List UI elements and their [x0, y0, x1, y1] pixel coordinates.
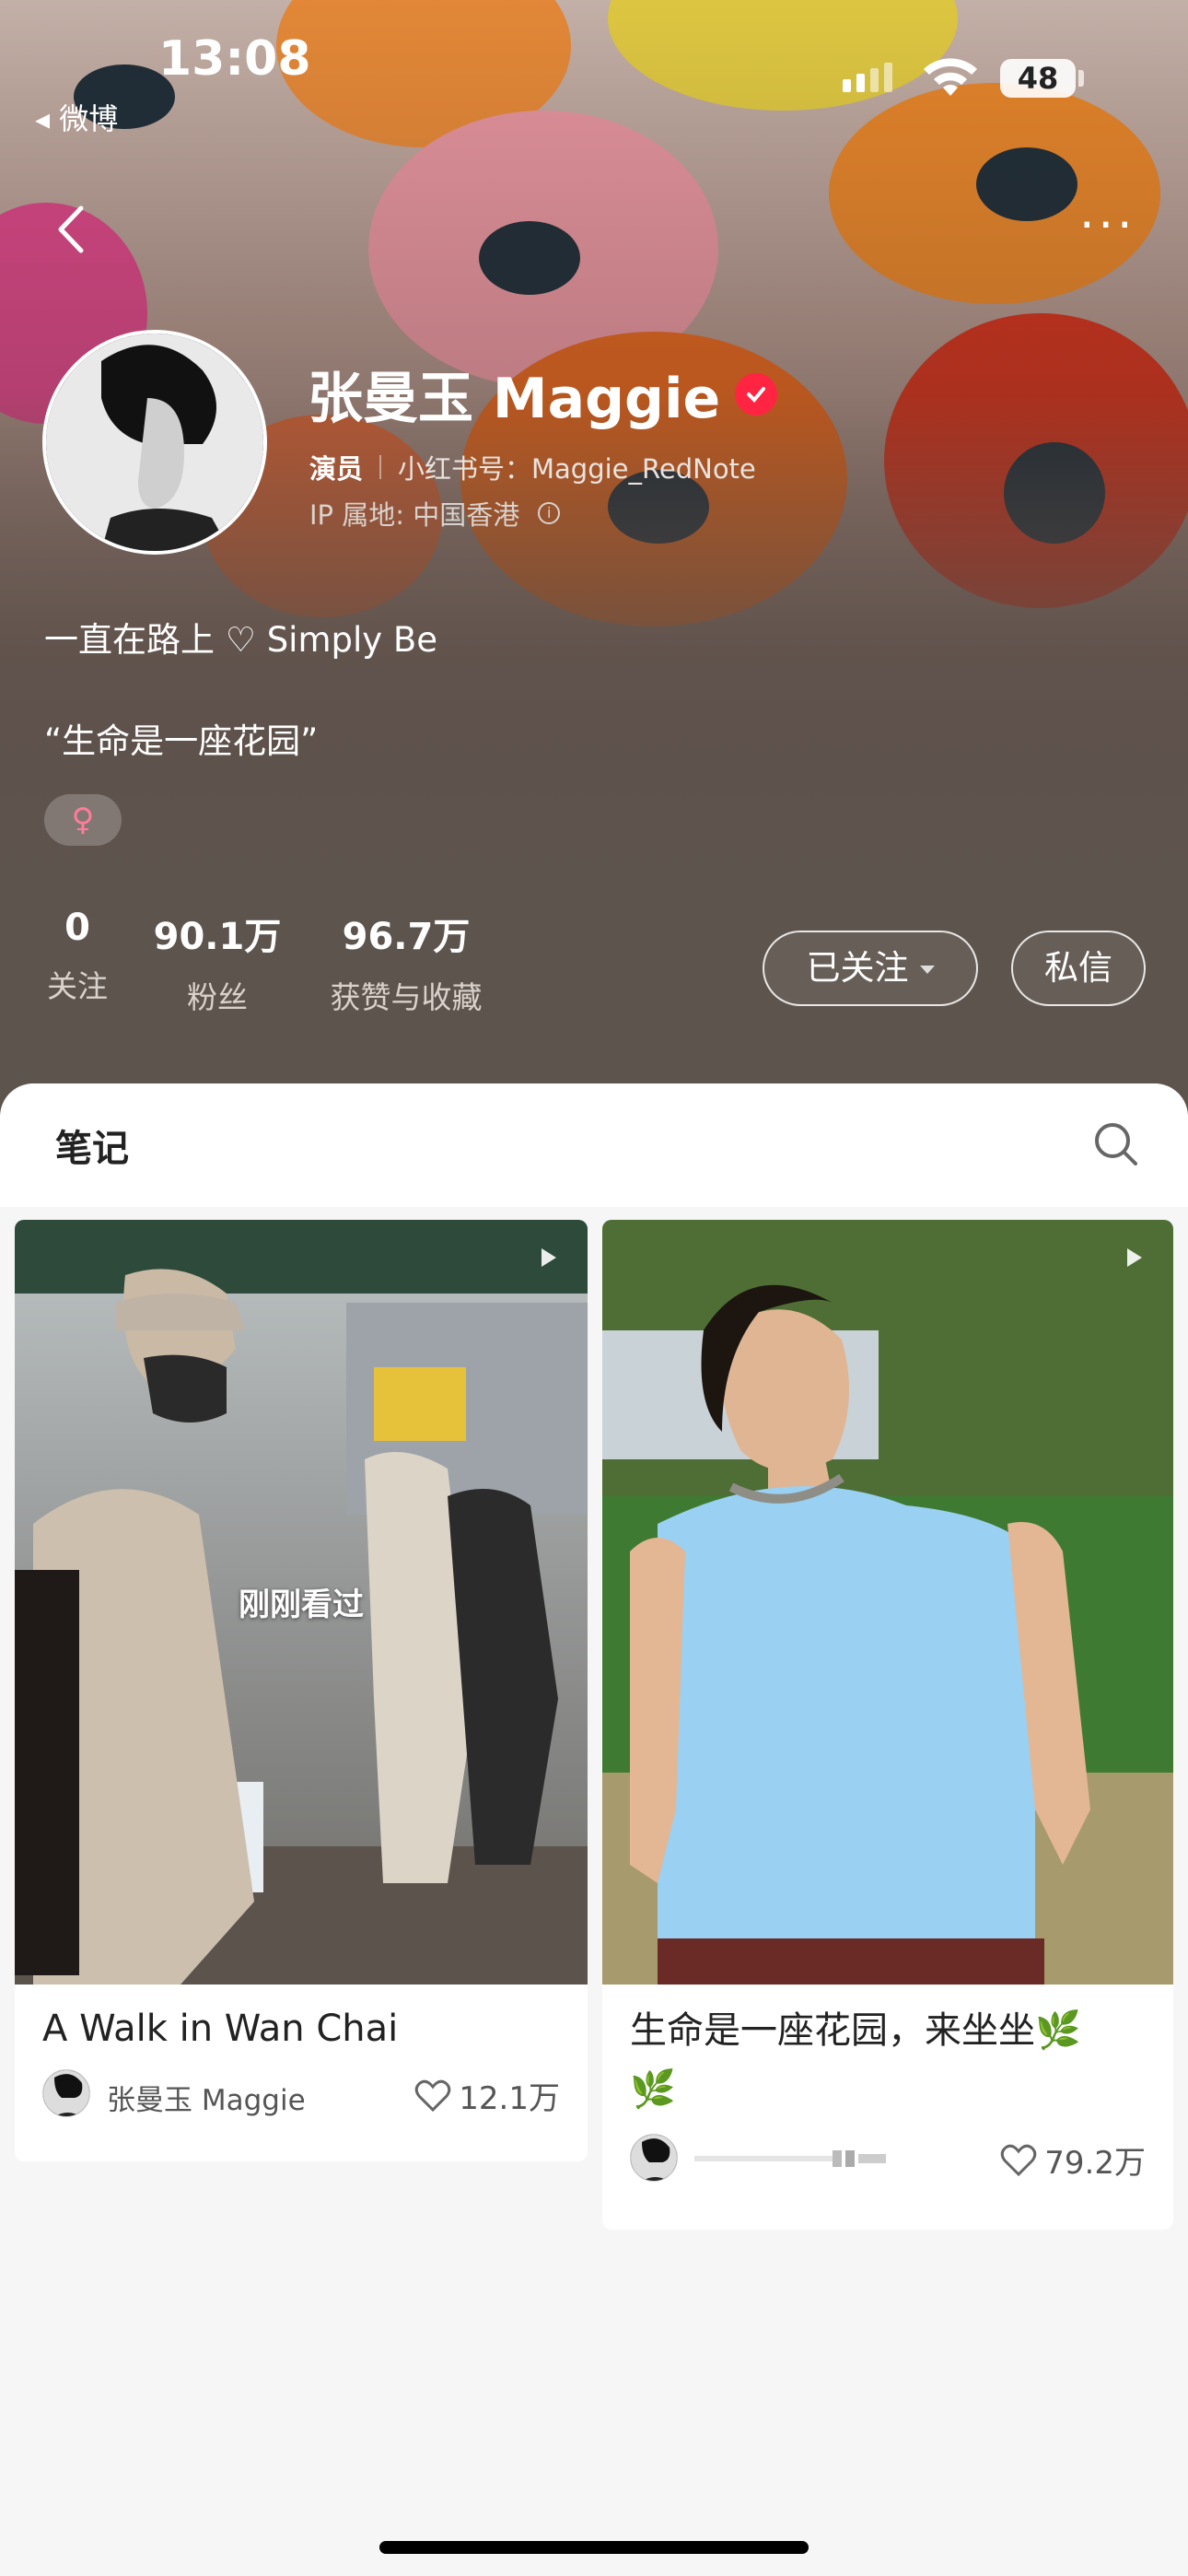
stat-likes-collects[interactable]: 96.7万 获赞与收藏: [322, 907, 490, 1017]
cellular-signal-icon: [843, 63, 892, 92]
profile-avatar[interactable]: [42, 330, 267, 555]
author-name-redacted: [694, 2150, 886, 2167]
note-title: A Walk in Wan Chai: [42, 2008, 399, 2050]
profile-bio: 一直在路上 ♡ Simply Be: [44, 620, 438, 660]
divider: [379, 455, 382, 479]
video-play-icon: [542, 1248, 556, 1267]
following-button[interactable]: 已关注: [763, 931, 978, 1006]
battery-tip: [1078, 70, 1084, 87]
note-footer: 张曼玉 Maggie 12.1万: [15, 2066, 588, 2121]
like-count[interactable]: 79.2万: [1000, 2137, 1146, 2183]
like-count-value: 12.1万: [459, 2080, 560, 2117]
search-icon[interactable]: [1090, 1118, 1140, 1168]
ip-location-line: IP 属地: 中国香港 i: [309, 494, 561, 533]
author-avatar[interactable]: [630, 2134, 678, 2182]
info-icon[interactable]: i: [538, 502, 561, 524]
note-author[interactable]: 张曼玉 Maggie: [107, 2077, 306, 2118]
stat-label: 获赞与收藏: [330, 979, 483, 1015]
note-footer: 79.2万: [602, 2130, 1173, 2185]
battery-indicator: 48: [1000, 59, 1076, 98]
chevron-down-icon: [919, 966, 935, 974]
gender-female-icon: ♀: [44, 794, 122, 846]
notes-tab-bar: 笔记: [0, 1083, 1188, 1207]
following-label: 已关注: [806, 948, 909, 988]
profile-redbook-id[interactable]: 小红书号：Maggie_RedNote: [398, 448, 756, 486]
profile-quote: “生命是一座花园”: [44, 721, 319, 761]
video-play-icon: [1127, 1248, 1142, 1267]
note-thumbnail[interactable]: 刚刚看过: [15, 1220, 588, 1985]
status-time: 13:08: [158, 31, 311, 87]
ip-location: IP 属地: 中国香港: [309, 499, 520, 531]
stat-label: 关注: [47, 968, 108, 1004]
back-to-app-link[interactable]: ◂ 微博: [35, 96, 118, 138]
more-options-icon[interactable]: ···: [1079, 202, 1136, 250]
note-card[interactable]: 生命是一座花园，来坐坐🌿🌿 79.2万: [602, 1220, 1173, 2230]
like-count[interactable]: 12.1万: [414, 2073, 560, 2118]
profile-name-text: 张曼玉 Maggie: [308, 367, 721, 431]
home-indicator[interactable]: [379, 2541, 809, 2554]
tab-notes[interactable]: 笔记: [55, 1118, 129, 1172]
note-card[interactable]: 刚刚看过 A Walk in Wan Chai 张曼玉 Maggie 12.1万: [15, 1220, 588, 2161]
like-count-value: 79.2万: [1044, 2145, 1146, 2182]
stat-value: 90.1万: [153, 916, 282, 958]
profile-name: 张曼玉 Maggie: [308, 354, 778, 434]
message-button[interactable]: 私信: [1011, 931, 1146, 1006]
stat-label: 粉丝: [187, 979, 248, 1015]
wifi-icon: [924, 58, 977, 96]
stat-followers[interactable]: 90.1万 粉丝: [153, 907, 282, 1017]
back-arrow-icon[interactable]: [44, 197, 99, 262]
heart-icon: [415, 2079, 451, 2112]
verified-badge-icon: [735, 372, 778, 416]
heart-icon: [1001, 2144, 1037, 2176]
status-bar: 13:08 ◂ 微博 48: [0, 0, 1188, 147]
note-thumbnail[interactable]: [602, 1220, 1173, 1985]
profile-role: 演员: [309, 453, 364, 485]
stat-value: 96.7万: [342, 916, 471, 958]
stat-value: 0: [64, 907, 90, 949]
profile-meta-line: 演员 小红书号：Maggie_RedNote: [309, 448, 756, 486]
recently-viewed-label: 刚刚看过: [239, 1587, 364, 1623]
stat-following[interactable]: 0 关注: [42, 907, 112, 1006]
author-avatar[interactable]: [42, 2069, 90, 2117]
note-title: 生命是一座花园，来坐坐🌿🌿: [630, 2009, 1081, 2111]
